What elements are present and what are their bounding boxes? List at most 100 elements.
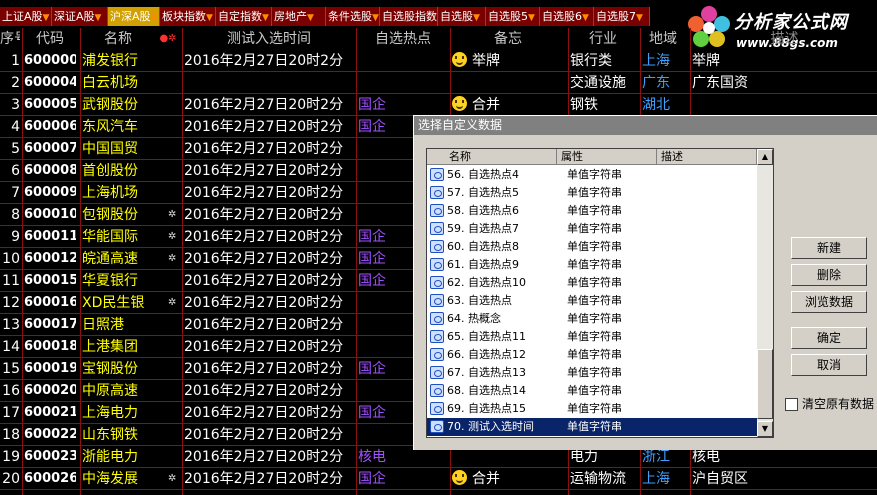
cell-no: 15 <box>0 358 20 380</box>
cell-text: 20 <box>2 471 20 487</box>
tab-1[interactable]: 深证A股▼ <box>52 7 108 26</box>
list-item[interactable]: 64. 热概念 单值字符串 <box>427 310 757 328</box>
cell-text: 2016年2月27日20时2分 <box>184 207 344 223</box>
cell-mark: ✲ <box>168 204 178 226</box>
list-item[interactable]: 70. 测试入选时间 单值字符串 <box>427 418 757 436</box>
cell-text: 湖北 <box>642 97 670 113</box>
list-item[interactable]: 68. 自选热点14 单值字符串 <box>427 382 757 400</box>
tab-dropdown-icon[interactable]: ▼ <box>372 13 379 23</box>
tab-2[interactable]: 沪深A股▼ <box>108 7 160 26</box>
cell-name: 上海机场 <box>82 182 154 204</box>
list-item[interactable]: 65. 自选热点11 单值字符串 <box>427 328 757 346</box>
tab-3[interactable]: 板块指数▼ <box>160 7 216 26</box>
cell-time: 2016年2月27日20时2分 <box>184 270 354 292</box>
cell-text: 2016年2月27日20时2分 <box>184 383 344 399</box>
list-item[interactable]: 59. 自选热点7 单值字符串 <box>427 220 757 238</box>
table-row[interactable]: 2 600004 白云机场 交通设施 广东 广东国资 <box>0 72 877 94</box>
cell-region: 上海 <box>642 468 690 490</box>
ok-button[interactable]: 确定 <box>791 327 867 349</box>
list-item[interactable]: 67. 自选热点13 单值字符串 <box>427 364 757 382</box>
cell-hot: 国企 <box>358 468 448 490</box>
tab-dropdown-icon[interactable]: ▼ <box>206 13 213 23</box>
tab-11[interactable]: 自选股7▼ <box>594 7 650 26</box>
tab-dropdown-icon[interactable]: ▼ <box>95 13 102 23</box>
cell-no: 7 <box>0 182 20 204</box>
list-item[interactable]: 61. 自选热点9 单值字符串 <box>427 256 757 274</box>
tab-dropdown-icon[interactable]: ▼ <box>528 13 535 23</box>
list-scrollbar[interactable]: ▲ ▼ <box>757 149 773 437</box>
list-item[interactable]: 58. 自选热点6 单值字符串 <box>427 202 757 220</box>
list-header-name[interactable]: 名称 <box>427 149 557 165</box>
tab-10[interactable]: 自选股6▼ <box>540 7 594 26</box>
cell-no: 11 <box>0 270 20 292</box>
cell-text: 2016年2月27日20时2分 <box>184 251 344 267</box>
list-item-name: 59. 自选热点7 <box>447 222 519 235</box>
smile-icon <box>452 470 467 485</box>
clear-existing-checkbox[interactable] <box>785 398 798 411</box>
new-button[interactable]: 新建 <box>791 237 867 259</box>
scroll-thumb[interactable] <box>757 349 773 419</box>
tab-6[interactable]: 条件选股▼ <box>326 7 380 26</box>
cell-memo: 合并 <box>452 468 564 490</box>
scroll-down-icon[interactable]: ▼ <box>757 421 773 437</box>
cell-time: 2016年2月27日20时2分 <box>184 182 354 204</box>
tab-dropdown-icon[interactable]: ▼ <box>262 13 269 23</box>
col-header-hot[interactable]: 自选热点 <box>358 28 448 50</box>
tab-label: 上证A股 <box>2 10 43 23</box>
tab-dropdown-icon[interactable]: ▼ <box>151 13 158 23</box>
cell-text: 10 <box>2 251 20 267</box>
list-header-desc[interactable]: 描述 <box>657 149 757 165</box>
list-item[interactable]: 60. 自选热点8 单值字符串 <box>427 238 757 256</box>
tab-dropdown-icon[interactable]: ▼ <box>582 13 589 23</box>
list-item-attr: 单值字符串 <box>567 168 622 181</box>
cell-text: 2016年2月27日20时2分 <box>184 141 344 157</box>
tab-dropdown-icon[interactable]: ▼ <box>307 13 314 23</box>
tab-4[interactable]: 自定指数▼ <box>216 7 272 26</box>
tab-7[interactable]: 自选股指数▼ <box>380 7 438 26</box>
cell-code: 600011 <box>24 226 76 248</box>
tab-label: 自选股7 <box>596 10 636 23</box>
tab-5[interactable]: 房地产▼ <box>272 7 326 26</box>
table-row[interactable]: 20 600026 中海发展 ✲ 2016年2月27日20时2分 国企 合并 运输物流 上海 沪自… <box>0 468 877 490</box>
list-item[interactable]: 62. 自选热点10 单值字符串 <box>427 274 757 292</box>
table-row[interactable]: 3 600005 武钢股份 2016年2月27日20时2分 国企 合并 钢铁 湖北 <box>0 94 877 116</box>
list-item[interactable]: 63. 自选热点 单值字符串 <box>427 292 757 310</box>
cell-text: 2016年2月27日20时2分 <box>184 53 344 69</box>
col-header-mark[interactable]: ●✲ <box>154 28 182 50</box>
tab-dropdown-icon[interactable]: ▼ <box>636 13 643 23</box>
col-header-name[interactable]: 名称 <box>82 28 154 50</box>
list-header-attr[interactable]: 属性 <box>557 149 657 165</box>
tab-9[interactable]: 自选股5▼ <box>486 7 540 26</box>
list-item-attr: 单值字符串 <box>567 384 622 397</box>
col-header-industry[interactable]: 行业 <box>570 28 636 50</box>
list-item[interactable]: 56. 自选热点4 单值字符串 <box>427 166 757 184</box>
col-header-region[interactable]: 地域 <box>640 28 686 50</box>
col-header-time[interactable]: 测试入选时间 <box>184 28 354 50</box>
delete-button[interactable]: 删除 <box>791 264 867 286</box>
table-row[interactable]: 1 600000 浦发银行 2016年2月27日20时2分 举牌 银行类 上海 举牌 <box>0 50 877 72</box>
col-header-memo[interactable]: 备忘 <box>452 28 564 50</box>
col-header-no[interactable]: 序号 <box>0 28 20 50</box>
cell-code: 600010 <box>24 204 76 226</box>
cell-text: 上海机场 <box>82 185 138 201</box>
tab-0[interactable]: 上证A股▼ <box>0 7 52 26</box>
list-item[interactable]: 57. 自选热点5 单值字符串 <box>427 184 757 202</box>
tab-dropdown-icon[interactable]: ▼ <box>43 13 50 23</box>
list-item[interactable]: 66. 自选热点12 单值字符串 <box>427 346 757 364</box>
cell-text: 600004 <box>24 75 76 90</box>
col-header-desc[interactable]: 描述 <box>692 28 877 50</box>
col-header-code[interactable]: 代码 <box>24 28 76 50</box>
tab-dropdown-icon[interactable]: ▼ <box>473 13 480 23</box>
cell-mark: ✲ <box>168 468 178 490</box>
dialog-title[interactable]: 选择自定义数据 <box>414 116 877 135</box>
custom-data-list[interactable]: 名称 属性 描述 56. 自选热点4 单值字符串 57. 自选热点5 单值字符串 58.… <box>426 148 774 438</box>
tab-8[interactable]: 自选股▼ <box>438 7 486 26</box>
scroll-up-icon[interactable]: ▲ <box>757 149 773 165</box>
cell-name: 皖通高速 <box>82 248 154 270</box>
browse-data-button[interactable]: 浏览数据 <box>791 291 867 313</box>
list-item[interactable]: 69. 自选热点15 单值字符串 <box>427 400 757 418</box>
cancel-button[interactable]: 取消 <box>791 354 867 376</box>
list-item-name: 70. 测试入选时间 <box>447 420 534 433</box>
cell-time: 2016年2月27日20时2分 <box>184 314 354 336</box>
cell-mark <box>168 182 178 204</box>
